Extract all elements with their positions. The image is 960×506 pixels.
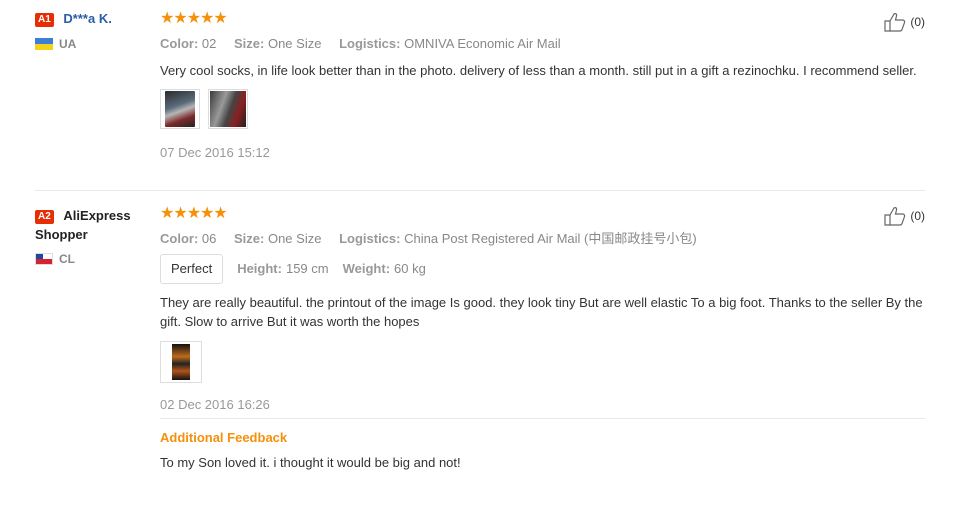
additional-feedback-divider <box>160 418 925 419</box>
review-divider <box>35 190 925 191</box>
size-value: One Size <box>267 231 322 246</box>
fit-tag: Perfect <box>160 254 224 284</box>
review-date: 07 Dec 2016 15:12 <box>160 145 270 160</box>
country-code: UA <box>59 37 77 51</box>
reviewer-country: CL <box>35 252 145 266</box>
color-value: 02 <box>201 36 217 51</box>
chile-flag-icon <box>35 253 53 265</box>
buyer-profile: Perfect Height: 159 cm Weight: 60 kg <box>160 254 925 284</box>
like-count: (0) <box>910 15 925 29</box>
logistics-label: Logistics: <box>339 36 401 51</box>
additional-feedback: Additional Feedback To my Son loved it. … <box>160 430 925 472</box>
logistics-value: OMNIVA Economic Air Mail <box>404 36 561 51</box>
thumbs-up-icon <box>884 207 906 226</box>
review-photo[interactable] <box>160 89 200 129</box>
order-info: Color: 02 Size: One Size Logistics: OMNI… <box>160 36 925 52</box>
reviewer-info: A2 AliExpress Shopper CL <box>35 206 145 266</box>
color-label: Color: <box>160 231 199 246</box>
star-rating: ★★★★★ <box>160 10 228 27</box>
reviewer-country: UA <box>35 37 145 51</box>
sock-photo-image <box>165 91 195 127</box>
size-value: One Size <box>267 36 322 51</box>
review-text: They are really beautiful. the printout … <box>160 295 923 329</box>
star-rating: ★★★★★ <box>160 205 228 222</box>
review-photo[interactable] <box>160 341 202 383</box>
reviewer-name[interactable]: D***a K. <box>63 11 111 26</box>
size-label: Size: <box>234 231 265 246</box>
logistics-value: China Post Registered Air Mail (中国邮政挂号小包… <box>404 231 697 246</box>
weight-value: 60 kg <box>394 261 426 276</box>
like-count: (0) <box>910 209 925 223</box>
thumbs-up-icon <box>884 13 906 32</box>
weight-label: Weight: <box>342 261 391 276</box>
review-photo[interactable] <box>208 89 248 129</box>
color-value: 06 <box>201 231 217 246</box>
sock-photo-image <box>210 91 246 127</box>
review-photos <box>160 89 925 129</box>
color-label: Color: <box>160 36 199 51</box>
review-content: ★★★★★ Color: 06 Size: One Size Logistics… <box>160 206 925 412</box>
size-label: Size: <box>234 36 265 51</box>
sock-photo-image <box>172 344 190 380</box>
country-code: CL <box>59 252 75 266</box>
order-info: Color: 06 Size: One Size Logistics: Chin… <box>160 231 925 247</box>
buyer-level-badge: A2 <box>35 210 54 224</box>
review-photos <box>160 341 925 383</box>
review-text: Very cool socks, in life look better tha… <box>160 63 917 78</box>
ukraine-flag-icon <box>35 38 53 50</box>
like-button[interactable]: (0) <box>884 206 925 226</box>
review-content: ★★★★★ Color: 02 Size: One Size Logistics… <box>160 11 925 160</box>
review-date: 02 Dec 2016 16:26 <box>160 397 270 412</box>
logistics-label: Logistics: <box>339 231 401 246</box>
height-value: 159 cm <box>285 261 329 276</box>
additional-feedback-text: To my Son loved it. i thought it would b… <box>160 455 461 470</box>
reviewer-info: A1 D***a K. UA <box>35 11 145 51</box>
height-label: Height: <box>237 261 282 276</box>
like-button[interactable]: (0) <box>884 12 925 32</box>
additional-feedback-title: Additional Feedback <box>160 430 288 445</box>
buyer-level-badge: A1 <box>35 13 54 27</box>
